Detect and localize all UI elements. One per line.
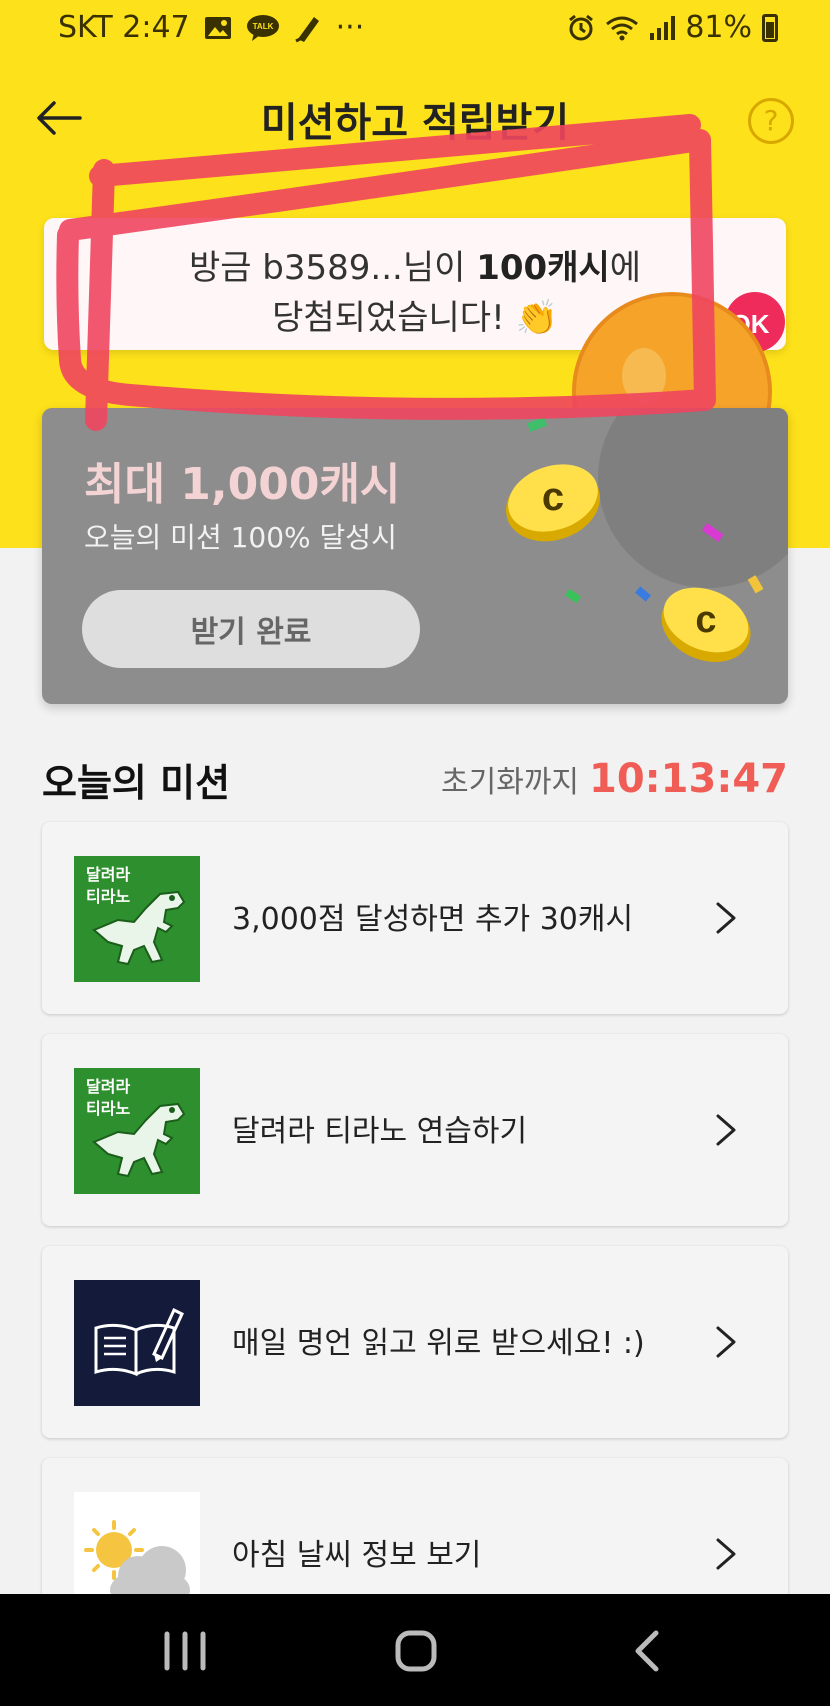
- alarm-icon: [567, 14, 595, 42]
- reset-time: 10:13:47: [589, 756, 788, 802]
- mission-label: 매일 명언 읽고 위로 받으세요! :): [232, 1326, 645, 1361]
- mission-label: 3,000점 달성하면 추가 30캐시: [232, 902, 634, 937]
- home-button[interactable]: [386, 1628, 446, 1674]
- dino-game-icon: 달려라 티라노: [74, 1068, 200, 1194]
- reward-title: 최대 1,000캐시: [84, 459, 401, 510]
- system-nav-bar: [0, 1594, 830, 1706]
- coin-letter: c: [695, 599, 716, 641]
- dino-game-icon: 달려라 티라노: [74, 856, 200, 982]
- status-bar: SKT 2:47 TALK ··· 81%: [0, 0, 830, 58]
- more-notifications: ···: [335, 10, 365, 45]
- coins-confetti-art: c c: [506, 408, 788, 662]
- mission-item-dino-practice[interactable]: 달려라 티라노 달려라 티라노 연습하기: [42, 1034, 788, 1226]
- coin-letter: c: [542, 475, 564, 519]
- reset-label: 초기화까지: [441, 765, 580, 800]
- missions-header: 오늘의 미션 초기화까지 10:13:47: [42, 746, 788, 806]
- carrier-time: SKT 2:47: [58, 10, 190, 45]
- chevron-right-icon: [716, 1114, 736, 1146]
- app-header: 미션하고 적립받기 ?: [0, 76, 830, 166]
- mission-label: 아침 날씨 정보 보기: [232, 1538, 482, 1573]
- book-pen-icon: [74, 1280, 200, 1406]
- kakaotalk-icon: TALK: [246, 14, 280, 42]
- mission-item-score-bonus[interactable]: 달려라 티라노 3,000점 달성하면 추가 30캐시: [42, 822, 788, 1014]
- page-title: 미션하고 적립받기: [260, 100, 570, 146]
- pen-notification-icon: [294, 13, 322, 43]
- gallery-icon: [204, 16, 232, 40]
- reset-timer: 초기화까지 10:13:47: [441, 756, 788, 802]
- missions-title: 오늘의 미션: [42, 761, 231, 805]
- svg-text:TALK: TALK: [252, 22, 273, 31]
- chevron-right-icon: [716, 902, 736, 934]
- reward-card: 최대 1,000캐시 오늘의 미션 100% 달성시 받기 완료 c c: [42, 408, 788, 704]
- signal-icon: [649, 15, 676, 41]
- back-nav-button[interactable]: [618, 1628, 678, 1674]
- recent-apps-button[interactable]: [155, 1628, 215, 1674]
- ticker-prefix: 방금 b3589...님이: [188, 248, 477, 288]
- help-button[interactable]: ?: [748, 98, 794, 144]
- mission-label: 달려라 티라노 연습하기: [232, 1114, 528, 1149]
- battery-icon: [762, 13, 778, 42]
- mission-item-daily-quote[interactable]: 매일 명언 읽고 위로 받으세요! :): [42, 1246, 788, 1438]
- chevron-right-icon: [716, 1538, 736, 1570]
- battery-percent: 81%: [685, 10, 752, 45]
- chevron-right-icon: [716, 1326, 736, 1358]
- reward-subtitle: 오늘의 미션 100% 달성시: [84, 521, 397, 554]
- wifi-icon: [605, 15, 639, 41]
- claim-complete-button[interactable]: 받기 완료: [82, 590, 420, 668]
